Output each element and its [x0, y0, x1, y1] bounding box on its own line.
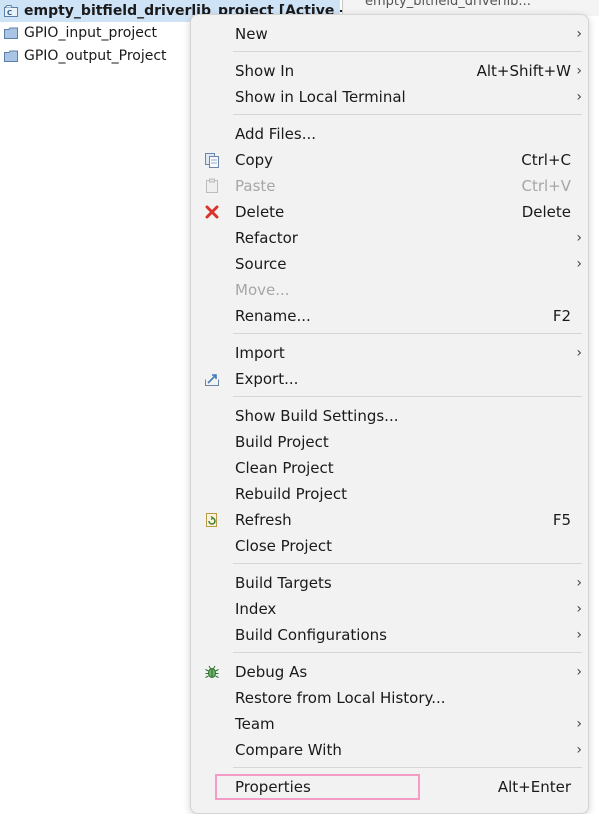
menu-item-label: Clean Project [235, 459, 334, 477]
menu-item-refactor[interactable]: Refactor › [191, 225, 588, 251]
menu-item-debug-as[interactable]: Debug As › [191, 659, 588, 685]
paste-icon [203, 177, 221, 195]
menu-item-compare-with[interactable]: Compare With › [191, 737, 588, 763]
menu-item-move[interactable]: Move... [191, 277, 588, 303]
menu-item-shortcut: Ctrl+C [521, 151, 571, 169]
menu-item-label: Build Project [235, 433, 329, 451]
menu-item-import[interactable]: Import › [191, 340, 588, 366]
submenu-arrow-icon: › [576, 627, 582, 643]
menu-separator [233, 51, 582, 52]
submenu-arrow-icon: › [576, 345, 582, 361]
menu-item-label: Index [235, 600, 277, 618]
menu-item-label: Build Targets [235, 574, 332, 592]
menu-item-build-project[interactable]: Build Project [191, 429, 588, 455]
menu-item-build-configurations[interactable]: Build Configurations › [191, 622, 588, 648]
menu-item-label: New [235, 25, 268, 43]
menu-item-show-build-settings[interactable]: Show Build Settings... [191, 403, 588, 429]
refresh-icon [203, 511, 221, 529]
menu-item-label: Show Build Settings... [235, 407, 399, 425]
menu-item-delete[interactable]: Delete Delete [191, 199, 588, 225]
submenu-arrow-icon: › [576, 716, 582, 732]
menu-item-rebuild-project[interactable]: Rebuild Project [191, 481, 588, 507]
menu-item-shortcut: Ctrl+V [521, 177, 571, 195]
menu-item-label: Source [235, 255, 287, 273]
menu-item-label: Delete [235, 203, 285, 221]
menu-item-label: Show In [235, 62, 295, 80]
menu-item-label: Compare With [235, 741, 342, 759]
submenu-arrow-icon: › [576, 230, 582, 246]
copy-icon [203, 151, 221, 169]
menu-item-restore-history[interactable]: Restore from Local History... [191, 685, 588, 711]
svg-text:C: C [7, 9, 12, 17]
menu-item-label: Show in Local Terminal [235, 88, 406, 106]
folder-icon [4, 27, 18, 39]
menu-item-label: Import [235, 344, 285, 362]
menu-item-paste[interactable]: Paste Ctrl+V [191, 173, 588, 199]
menu-item-label: Build Configurations [235, 626, 387, 644]
menu-item-export[interactable]: Export... [191, 366, 588, 392]
menu-item-shortcut: F5 [552, 511, 571, 529]
menu-separator [233, 652, 582, 653]
submenu-arrow-icon: › [576, 89, 582, 105]
menu-item-label: Paste [235, 177, 276, 195]
menu-item-label: Add Files... [235, 125, 317, 143]
editor-tab-label: empty_bitfield_driverlib... [365, 0, 531, 9]
menu-item-refresh[interactable]: Refresh F5 [191, 507, 588, 533]
cdt-project-icon: C [4, 5, 18, 17]
delete-icon [203, 203, 221, 221]
tree-item-label: GPIO_output_Project [24, 48, 167, 64]
menu-separator [233, 396, 582, 397]
context-menu: New › Show In Alt+Shift+W › Show in Loca… [190, 14, 589, 814]
menu-item-label: Refactor [235, 229, 298, 247]
menu-item-shortcut: Alt+Shift+W [476, 62, 571, 80]
tree-item-gpio-input[interactable]: GPIO_input_project [4, 22, 157, 44]
menu-item-build-targets[interactable]: Build Targets › [191, 570, 588, 596]
submenu-arrow-icon: › [576, 26, 582, 42]
submenu-arrow-icon: › [576, 664, 582, 680]
submenu-arrow-icon: › [576, 63, 582, 79]
menu-item-label: Rebuild Project [235, 485, 347, 503]
menu-item-close-project[interactable]: Close Project [191, 533, 588, 559]
menu-item-show-local-terminal[interactable]: Show in Local Terminal › [191, 84, 588, 110]
menu-item-shortcut: Alt+Enter [497, 778, 571, 796]
submenu-arrow-icon: › [576, 742, 582, 758]
menu-item-source[interactable]: Source › [191, 251, 588, 277]
submenu-arrow-icon: › [576, 575, 582, 591]
tree-item-label: GPIO_input_project [24, 25, 158, 41]
submenu-arrow-icon: › [576, 601, 582, 617]
menu-item-copy[interactable]: Copy Ctrl+C [191, 147, 588, 173]
menu-item-label: Move... [235, 281, 290, 299]
folder-icon [4, 50, 18, 62]
menu-item-index[interactable]: Index › [191, 596, 588, 622]
menu-item-label: Restore from Local History... [235, 689, 446, 707]
menu-item-label: Rename... [235, 307, 311, 325]
menu-item-new[interactable]: New › [191, 21, 588, 47]
menu-item-add-files[interactable]: Add Files... [191, 121, 588, 147]
menu-item-label: Copy [235, 151, 274, 169]
menu-item-label: Export... [235, 370, 299, 388]
menu-item-label: Team [235, 715, 275, 733]
menu-separator [233, 333, 582, 334]
properties-highlight-box [215, 774, 420, 800]
menu-item-clean-project[interactable]: Clean Project [191, 455, 588, 481]
menu-item-show-in[interactable]: Show In Alt+Shift+W › [191, 58, 588, 84]
submenu-arrow-icon: › [576, 256, 582, 272]
export-icon [203, 370, 221, 388]
menu-item-team[interactable]: Team › [191, 711, 588, 737]
menu-item-label: Close Project [235, 537, 332, 555]
tree-item-gpio-output[interactable]: GPIO_output_Project [4, 45, 167, 67]
menu-separator [233, 767, 582, 768]
debug-bug-icon [203, 663, 221, 681]
menu-separator [233, 114, 582, 115]
menu-item-label: Refresh [235, 511, 292, 529]
menu-item-rename[interactable]: Rename... F2 [191, 303, 588, 329]
menu-item-label: Debug As [235, 663, 308, 681]
menu-item-shortcut: F2 [552, 307, 571, 325]
menu-item-shortcut: Delete [521, 203, 571, 221]
menu-separator [233, 563, 582, 564]
